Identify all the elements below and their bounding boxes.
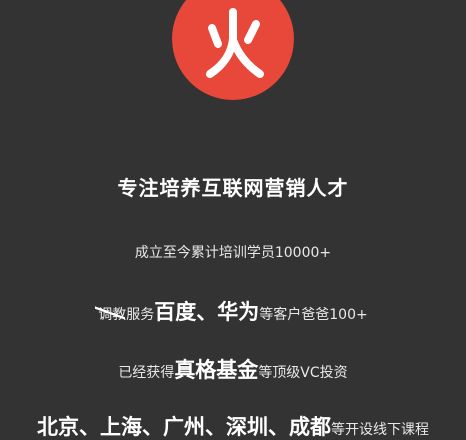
locations-suffix: 等开设线下课程	[331, 422, 429, 438]
locations-line: 北京、上海、广州、深圳、成都等开设线下课程	[0, 411, 466, 440]
clients-suffix: 等客户爸爸100+	[259, 307, 368, 323]
funding-highlight: 真格基金	[174, 358, 259, 382]
headline: 专注培养互联网营销人才	[117, 176, 349, 200]
struck-text: 调教	[95, 304, 126, 324]
funding-line: 已经获得真格基金等顶级VC投资	[0, 354, 466, 384]
funding-prefix: 已经获得	[118, 365, 175, 381]
trained-students-stat: 成立至今累计培训学员10000+	[134, 245, 332, 261]
clients-prefix: 服务	[126, 307, 155, 323]
clients-line: 调教服务百度、华为等客户爸爸100+	[0, 296, 466, 326]
fire-character-icon	[206, 8, 264, 78]
brand-logo	[172, 0, 294, 100]
locations-highlight: 北京、上海、广州、深圳、成都	[37, 415, 331, 439]
clients-highlight: 百度、华为	[154, 300, 260, 324]
funding-suffix: 等顶级VC投资	[258, 365, 348, 381]
